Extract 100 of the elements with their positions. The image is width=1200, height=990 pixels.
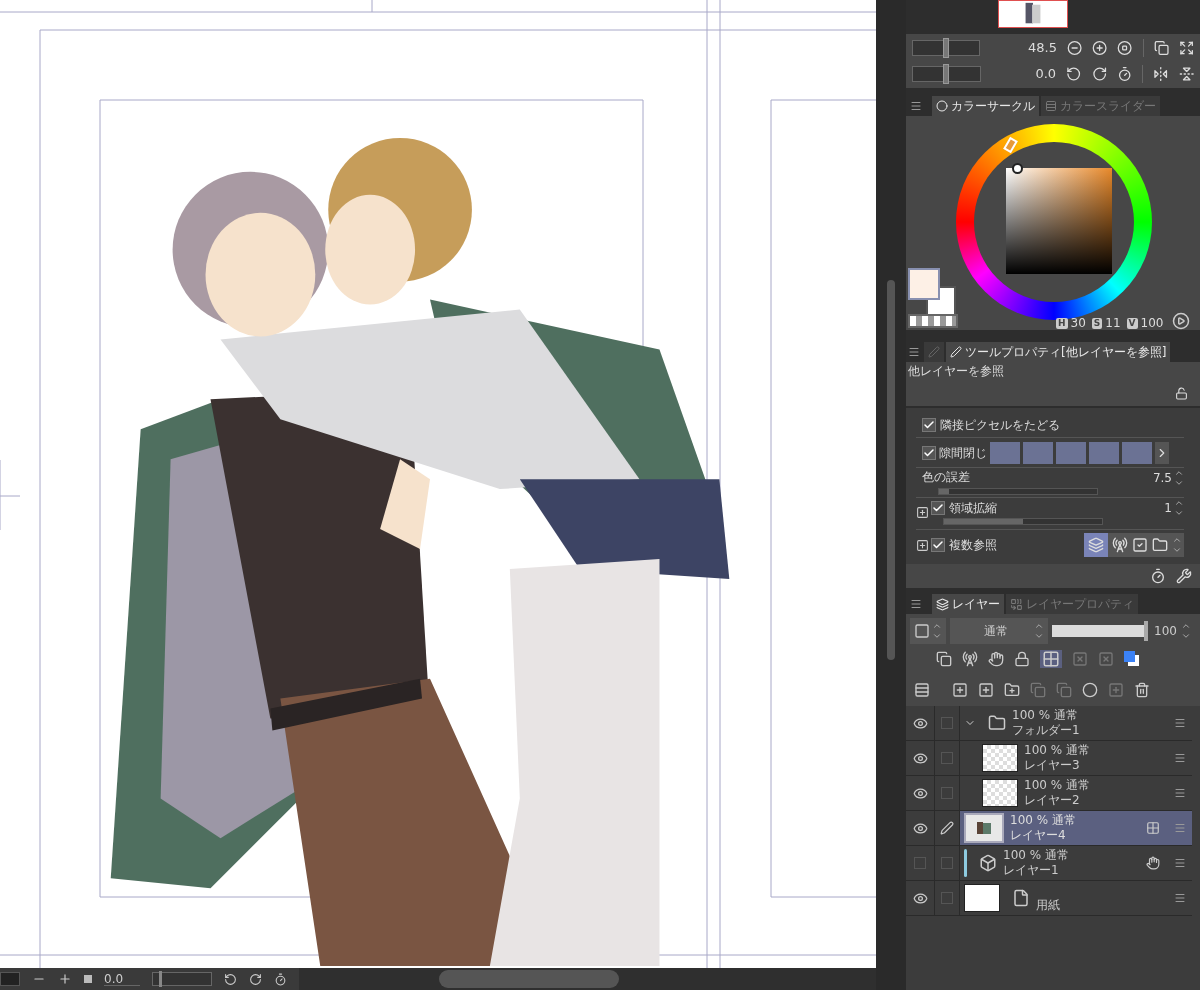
checkbox[interactable] (922, 445, 936, 460)
stepper-icon[interactable] (1174, 468, 1184, 488)
rotate-right-icon[interactable] (249, 972, 262, 986)
trash-icon[interactable] (1134, 682, 1150, 698)
panel-menu-icon[interactable] (910, 598, 922, 610)
zoom-out-icon[interactable] (1066, 39, 1083, 57)
blend-mode-dropdown[interactable]: 通常 (950, 618, 1048, 644)
panel-layout-icon[interactable] (914, 682, 930, 698)
drag-handle-icon[interactable] (1174, 892, 1186, 904)
stepper-icon[interactable] (1174, 498, 1184, 518)
slider-track[interactable] (912, 66, 981, 82)
tower-icon[interactable] (962, 651, 978, 667)
folder-icon[interactable] (988, 714, 1006, 732)
zoom-in-icon[interactable] (1092, 39, 1108, 57)
saturation-value-square[interactable] (1006, 168, 1112, 274)
color-picker-marker[interactable] (1012, 163, 1023, 174)
lock-toggle[interactable] (941, 892, 953, 904)
visibility-icon[interactable] (912, 715, 928, 731)
paper-icon[interactable] (1012, 889, 1030, 907)
slider-handle[interactable] (943, 38, 949, 58)
layer-row[interactable]: 用紙 (906, 881, 1192, 916)
checkbox[interactable] (931, 501, 945, 515)
lock-toggle[interactable] (941, 857, 953, 869)
visibility-toggle[interactable] (914, 857, 926, 869)
panel-tab[interactable]: レイヤー (932, 594, 1004, 614)
reset-rotation-icon[interactable] (274, 972, 287, 986)
reference-icon[interactable] (1146, 856, 1160, 870)
panel-menu-icon[interactable] (910, 100, 922, 112)
slider-track[interactable] (912, 40, 980, 56)
scrollbar[interactable] (887, 280, 895, 660)
wrench-icon[interactable] (1176, 568, 1192, 584)
new-vector-layer-icon[interactable] (978, 682, 994, 698)
stepper-icon[interactable] (932, 621, 942, 641)
scrollbar[interactable] (439, 970, 619, 988)
panel-tab[interactable]: ツールプロパティ[他レイヤーを参照] (946, 342, 1171, 362)
play-icon[interactable] (1172, 312, 1190, 330)
expand-icon[interactable] (1178, 39, 1194, 57)
chevron-right-icon[interactable] (1155, 441, 1169, 464)
layer-row[interactable]: 100 % 通常 レイヤー4 (906, 811, 1192, 846)
checkbox[interactable] (931, 538, 945, 552)
lock-transparency-icon[interactable] (1042, 650, 1060, 668)
stepper-icon[interactable] (1172, 535, 1182, 555)
visibility-icon[interactable] (912, 750, 928, 766)
flip-horizontal-icon[interactable] (1153, 65, 1169, 83)
zoom-in-icon[interactable] (58, 972, 72, 986)
expand-icon[interactable] (916, 538, 929, 552)
stepper-icon[interactable] (1034, 621, 1044, 641)
fit-icon[interactable] (1117, 39, 1133, 57)
mask-icon[interactable] (1082, 682, 1098, 698)
color-mode-dropdown[interactable] (910, 618, 946, 644)
slider-handle[interactable] (158, 971, 162, 987)
checkbox-icon[interactable] (1132, 537, 1148, 553)
new-raster-layer-icon[interactable] (952, 682, 968, 698)
slider-handle[interactable] (943, 64, 950, 84)
reference-layer-icon[interactable] (979, 854, 997, 872)
lock-toggle[interactable] (941, 787, 953, 799)
sliders-icon[interactable] (1045, 100, 1057, 112)
rotate-left-icon[interactable] (224, 972, 237, 986)
reset-rotation-icon[interactable] (1116, 65, 1133, 83)
visibility-icon[interactable] (912, 820, 928, 836)
layer-row[interactable]: 100 % 通常 フォルダー1 (906, 706, 1192, 741)
slider-track[interactable] (943, 518, 1103, 525)
reset-icon[interactable] (1150, 568, 1166, 584)
layers-icon[interactable] (936, 597, 949, 611)
drag-handle-icon[interactable] (1174, 787, 1186, 799)
slider-handle[interactable] (1144, 621, 1148, 641)
circle-icon[interactable] (936, 100, 948, 112)
drag-handle-icon[interactable] (1174, 752, 1186, 764)
layer-row[interactable]: 100 % 通常 レイヤー3 (906, 741, 1192, 776)
new-folder-icon[interactable] (1004, 682, 1020, 698)
panel-tab[interactable]: カラーサークル (932, 96, 1039, 116)
drag-handle-icon[interactable] (1174, 822, 1186, 834)
layer-color-icon[interactable] (1124, 651, 1140, 667)
drag-handle-icon[interactable] (1174, 857, 1186, 869)
clip-icon[interactable] (936, 651, 952, 667)
folder-icon[interactable] (1152, 537, 1168, 553)
rotate-right-icon[interactable] (1091, 65, 1107, 83)
lock-toggle[interactable] (941, 752, 953, 764)
rotation-slider[interactable] (152, 972, 212, 986)
panel-menu-icon[interactable] (908, 346, 920, 358)
layer-row[interactable]: 100 % 通常 レイヤー2 (906, 776, 1192, 811)
stepper-icon[interactable] (1180, 621, 1191, 641)
foreground-color-swatch[interactable] (908, 268, 940, 300)
visibility-icon[interactable] (912, 785, 928, 801)
layer-property-icon[interactable] (1010, 597, 1023, 611)
expand-icon[interactable] (916, 506, 929, 519)
lock-toggle[interactable] (941, 717, 953, 729)
tower-icon[interactable] (1112, 537, 1128, 553)
lock-transparency-icon[interactable] (1146, 821, 1160, 835)
visibility-icon[interactable] (912, 890, 928, 906)
square-icon[interactable] (914, 623, 930, 639)
checkbox[interactable] (922, 417, 936, 432)
flip-vertical-icon[interactable] (1178, 65, 1195, 83)
lock-icon[interactable] (1014, 651, 1030, 667)
transparent-color-swatch[interactable] (908, 314, 958, 328)
copy-icon[interactable] (1153, 39, 1169, 57)
layer-row[interactable]: 100 % 通常 レイヤー1 (906, 846, 1192, 881)
rotate-left-icon[interactable] (1066, 65, 1082, 83)
slider-track[interactable] (0, 972, 20, 986)
unlock-icon[interactable] (1175, 387, 1188, 400)
